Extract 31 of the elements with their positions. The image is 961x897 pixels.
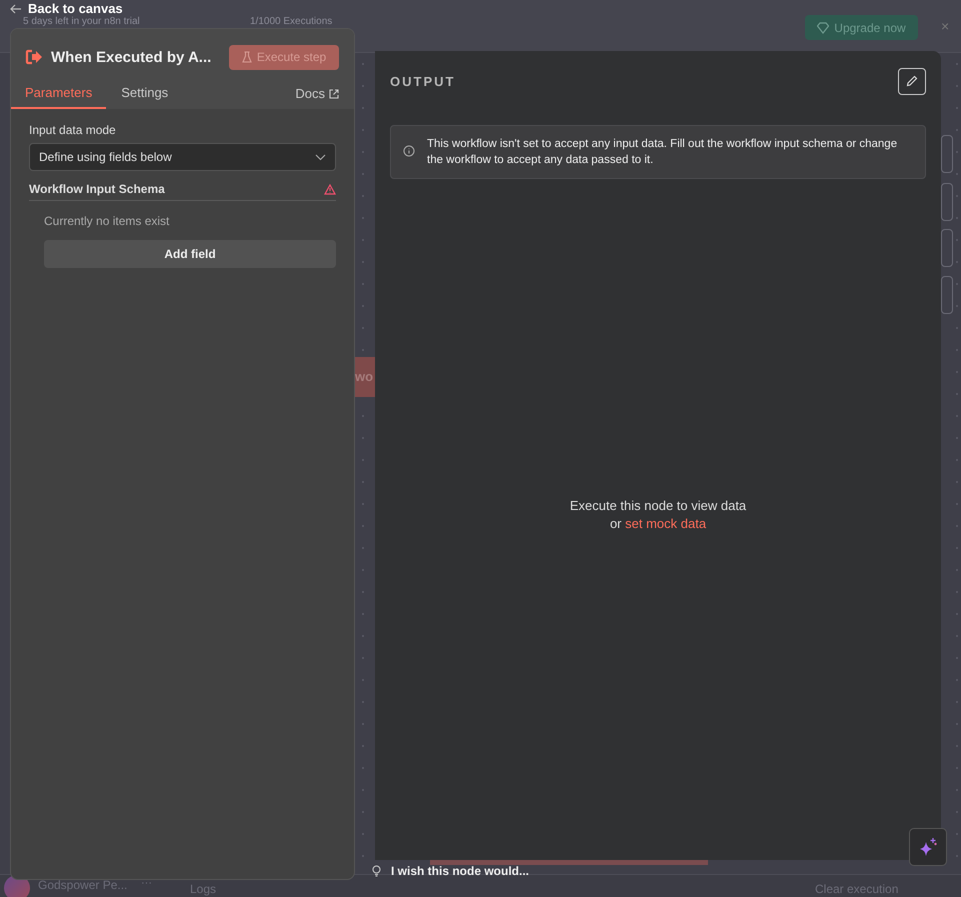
diamond-icon [817, 22, 830, 34]
pencil-icon [906, 75, 918, 87]
trigger-icon [25, 49, 43, 65]
node-title: When Executed by A... [51, 48, 212, 66]
mock-data-link[interactable]: set mock data [625, 516, 706, 531]
output-title: OUTPUT [390, 74, 456, 88]
chevron-down-icon [315, 154, 326, 160]
lightbulb-icon [372, 865, 381, 877]
tab[interactable]: Parameters [11, 85, 106, 109]
info-icon [403, 145, 415, 157]
sparkle-icon [918, 837, 938, 857]
upgrade-button[interactable]: Upgrade now [805, 15, 918, 40]
notice-text: This workflow isn't set to accept any input data. Fill out the workflow input schema or change the workflow to accept any data passed to it. [427, 137, 898, 168]
flask-icon [242, 51, 252, 63]
empty-message: Currently no items exist [44, 214, 170, 228]
docs-link[interactable]: Docs [295, 86, 339, 109]
back-link[interactable]: Back to canvas [10, 1, 123, 16]
edit-button[interactable] [898, 68, 926, 94]
field-label: Input data mode [29, 123, 117, 137]
back-arrow-icon [10, 4, 22, 14]
feedback-prompt[interactable]: I wish this node would... [372, 864, 529, 878]
input-data-mode-dropdown[interactable]: Define using fields below [29, 143, 336, 171]
or-text: or [610, 516, 622, 531]
executions-count: 1/1000 Executions [250, 16, 332, 27]
empty-message: Execute this node to view data [570, 497, 746, 515]
external-link-icon [329, 88, 339, 98]
trial-text: 5 days left in your n8n trial [23, 16, 140, 27]
add-field-button[interactable]: Add field [44, 240, 336, 268]
ai-assistant-button[interactable] [909, 828, 947, 866]
section-title: Workflow Input Schema [29, 182, 165, 196]
tab[interactable]: Settings [121, 85, 184, 109]
